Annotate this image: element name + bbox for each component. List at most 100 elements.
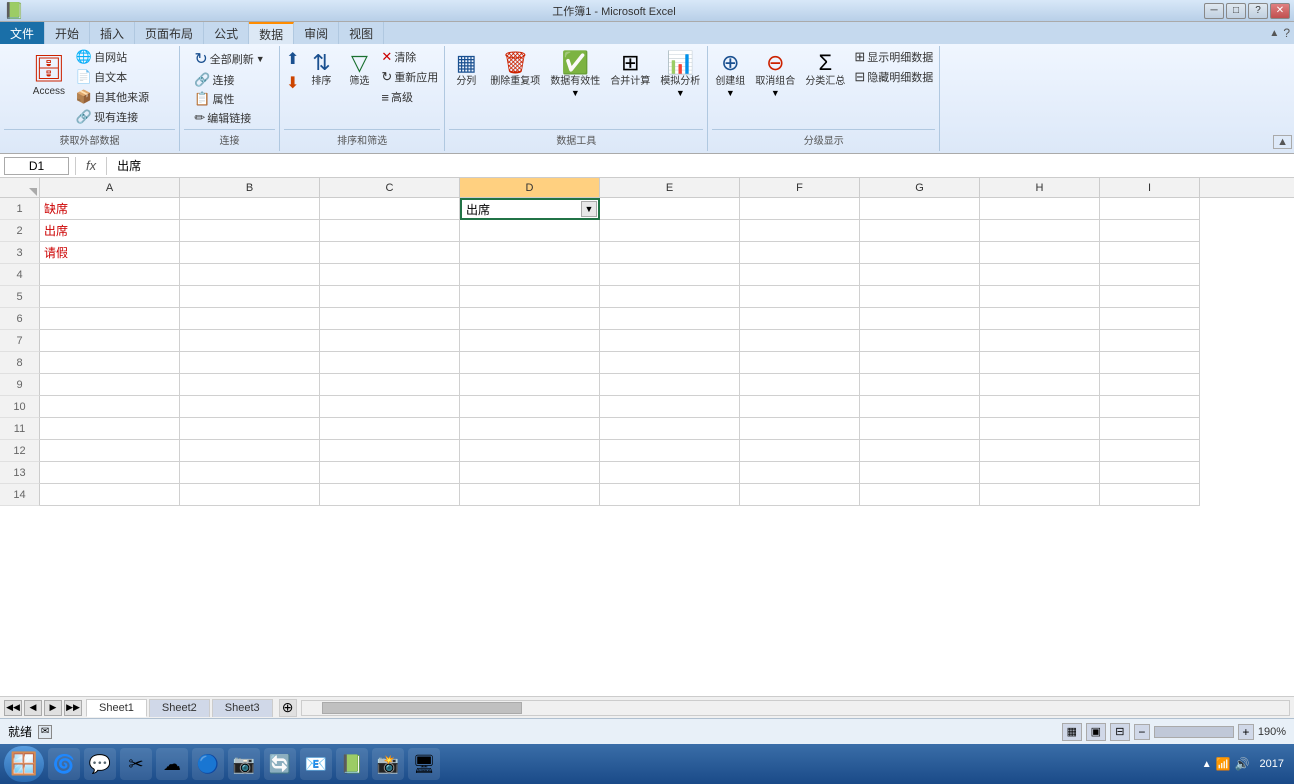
taskbar-excel-icon[interactable]: 📗	[336, 748, 368, 780]
cell-b1[interactable]	[180, 198, 320, 220]
taskbar-pip-icon[interactable]: 🔵	[192, 748, 224, 780]
cell-h14[interactable]	[980, 484, 1100, 506]
cell-a1[interactable]: 缺席	[40, 198, 180, 220]
text-to-columns-button[interactable]: ▦ 分列	[449, 48, 483, 90]
cell-f1[interactable]	[740, 198, 860, 220]
cell-e9[interactable]	[600, 374, 740, 396]
cell-g5[interactable]	[860, 286, 980, 308]
cell-i2[interactable]	[1100, 220, 1200, 242]
cell-e7[interactable]	[600, 330, 740, 352]
text-button[interactable]: 📄 自文本	[74, 68, 151, 86]
formula-input[interactable]	[113, 159, 1290, 173]
cell-e5[interactable]	[600, 286, 740, 308]
cell-i10[interactable]	[1100, 396, 1200, 418]
cell-c6[interactable]	[320, 308, 460, 330]
cell-a12[interactable]	[40, 440, 180, 462]
cell-h1[interactable]	[980, 198, 1100, 220]
sheet-nav-last[interactable]: ▶▶	[64, 700, 82, 716]
sort-button[interactable]: ⇅ 排序	[303, 48, 339, 90]
taskbar-wechat-icon[interactable]: 💬	[84, 748, 116, 780]
cell-reference-input[interactable]	[4, 157, 69, 175]
cell-e3[interactable]	[600, 242, 740, 264]
cell-i1[interactable]	[1100, 198, 1200, 220]
cell-f8[interactable]	[740, 352, 860, 374]
cell-f7[interactable]	[740, 330, 860, 352]
zoom-minus-button[interactable]: −	[1134, 724, 1150, 740]
cell-d14[interactable]	[460, 484, 600, 506]
subtotal-button[interactable]: Σ 分类汇总	[802, 48, 848, 90]
cell-g10[interactable]	[860, 396, 980, 418]
cell-b7[interactable]	[180, 330, 320, 352]
cell-c4[interactable]	[320, 264, 460, 286]
cell-i13[interactable]	[1100, 462, 1200, 484]
horizontal-scrollbar[interactable]	[301, 700, 1290, 716]
cell-f4[interactable]	[740, 264, 860, 286]
edit-links-button[interactable]: ✏ 编辑链接	[192, 109, 253, 127]
cell-c10[interactable]	[320, 396, 460, 418]
cell-f10[interactable]	[740, 396, 860, 418]
cell-b13[interactable]	[180, 462, 320, 484]
cell-a9[interactable]	[40, 374, 180, 396]
cell-d2[interactable]	[460, 220, 600, 242]
cell-g11[interactable]	[860, 418, 980, 440]
taskbar-cloud-icon[interactable]: ☁	[156, 748, 188, 780]
cell-h6[interactable]	[980, 308, 1100, 330]
col-header-f[interactable]: F	[740, 178, 860, 197]
properties-button[interactable]: 📋 属性	[192, 90, 236, 108]
cell-c14[interactable]	[320, 484, 460, 506]
cell-e6[interactable]	[600, 308, 740, 330]
cell-f14[interactable]	[740, 484, 860, 506]
cell-d9[interactable]	[460, 374, 600, 396]
tab-insert[interactable]: 插入	[90, 22, 135, 44]
cell-e11[interactable]	[600, 418, 740, 440]
cell-b6[interactable]	[180, 308, 320, 330]
cell-d3[interactable]	[460, 242, 600, 264]
cell-h12[interactable]	[980, 440, 1100, 462]
what-if-button[interactable]: 📊 模拟分析 ▼	[657, 48, 703, 100]
cell-d1[interactable]: 出席 ▼	[460, 198, 600, 220]
cell-b8[interactable]	[180, 352, 320, 374]
advanced-button[interactable]: ≡ 高级	[379, 88, 440, 106]
cell-i14[interactable]	[1100, 484, 1200, 506]
cell-g1[interactable]	[860, 198, 980, 220]
cell-i5[interactable]	[1100, 286, 1200, 308]
title-bar-controls[interactable]: ─ □ ? ✕	[1204, 3, 1290, 19]
cell-c12[interactable]	[320, 440, 460, 462]
group-button[interactable]: ⊕ 创建组 ▼	[712, 48, 748, 100]
sheet-tab-3[interactable]: Sheet3	[212, 699, 273, 717]
cell-h13[interactable]	[980, 462, 1100, 484]
cell-g8[interactable]	[860, 352, 980, 374]
cell-c5[interactable]	[320, 286, 460, 308]
close-button[interactable]: ✕	[1270, 3, 1290, 19]
cell-h9[interactable]	[980, 374, 1100, 396]
sheet-nav-next[interactable]: ▶	[44, 700, 62, 716]
cell-c3[interactable]	[320, 242, 460, 264]
tab-page-layout[interactable]: 页面布局	[135, 22, 204, 44]
cell-e1[interactable]	[600, 198, 740, 220]
cell-i3[interactable]	[1100, 242, 1200, 264]
cell-g3[interactable]	[860, 242, 980, 264]
cell-d6[interactable]	[460, 308, 600, 330]
cell-c13[interactable]	[320, 462, 460, 484]
tab-formulas[interactable]: 公式	[204, 22, 249, 44]
cell-a7[interactable]	[40, 330, 180, 352]
consolidate-button[interactable]: ⊞ 合并计算	[607, 48, 653, 90]
cell-dropdown-button[interactable]: ▼	[581, 201, 597, 217]
cell-a8[interactable]	[40, 352, 180, 374]
cell-h7[interactable]	[980, 330, 1100, 352]
taskbar-display-icon[interactable]: 🖥	[408, 748, 440, 780]
cell-d5[interactable]	[460, 286, 600, 308]
status-icon[interactable]: ✉	[38, 725, 52, 739]
taskbar-tray[interactable]: ▲	[1202, 759, 1212, 770]
maximize-button[interactable]: □	[1226, 3, 1246, 19]
cell-d13[interactable]	[460, 462, 600, 484]
tab-data[interactable]: 数据	[249, 22, 294, 44]
cell-i12[interactable]	[1100, 440, 1200, 462]
col-header-a[interactable]: A	[40, 178, 180, 197]
col-header-c[interactable]: C	[320, 178, 460, 197]
reapply-button[interactable]: ↻ 重新应用	[379, 68, 440, 86]
other-sources-button[interactable]: 📦 自其他来源	[74, 88, 151, 106]
cell-d10[interactable]	[460, 396, 600, 418]
cell-g14[interactable]	[860, 484, 980, 506]
cell-a14[interactable]	[40, 484, 180, 506]
